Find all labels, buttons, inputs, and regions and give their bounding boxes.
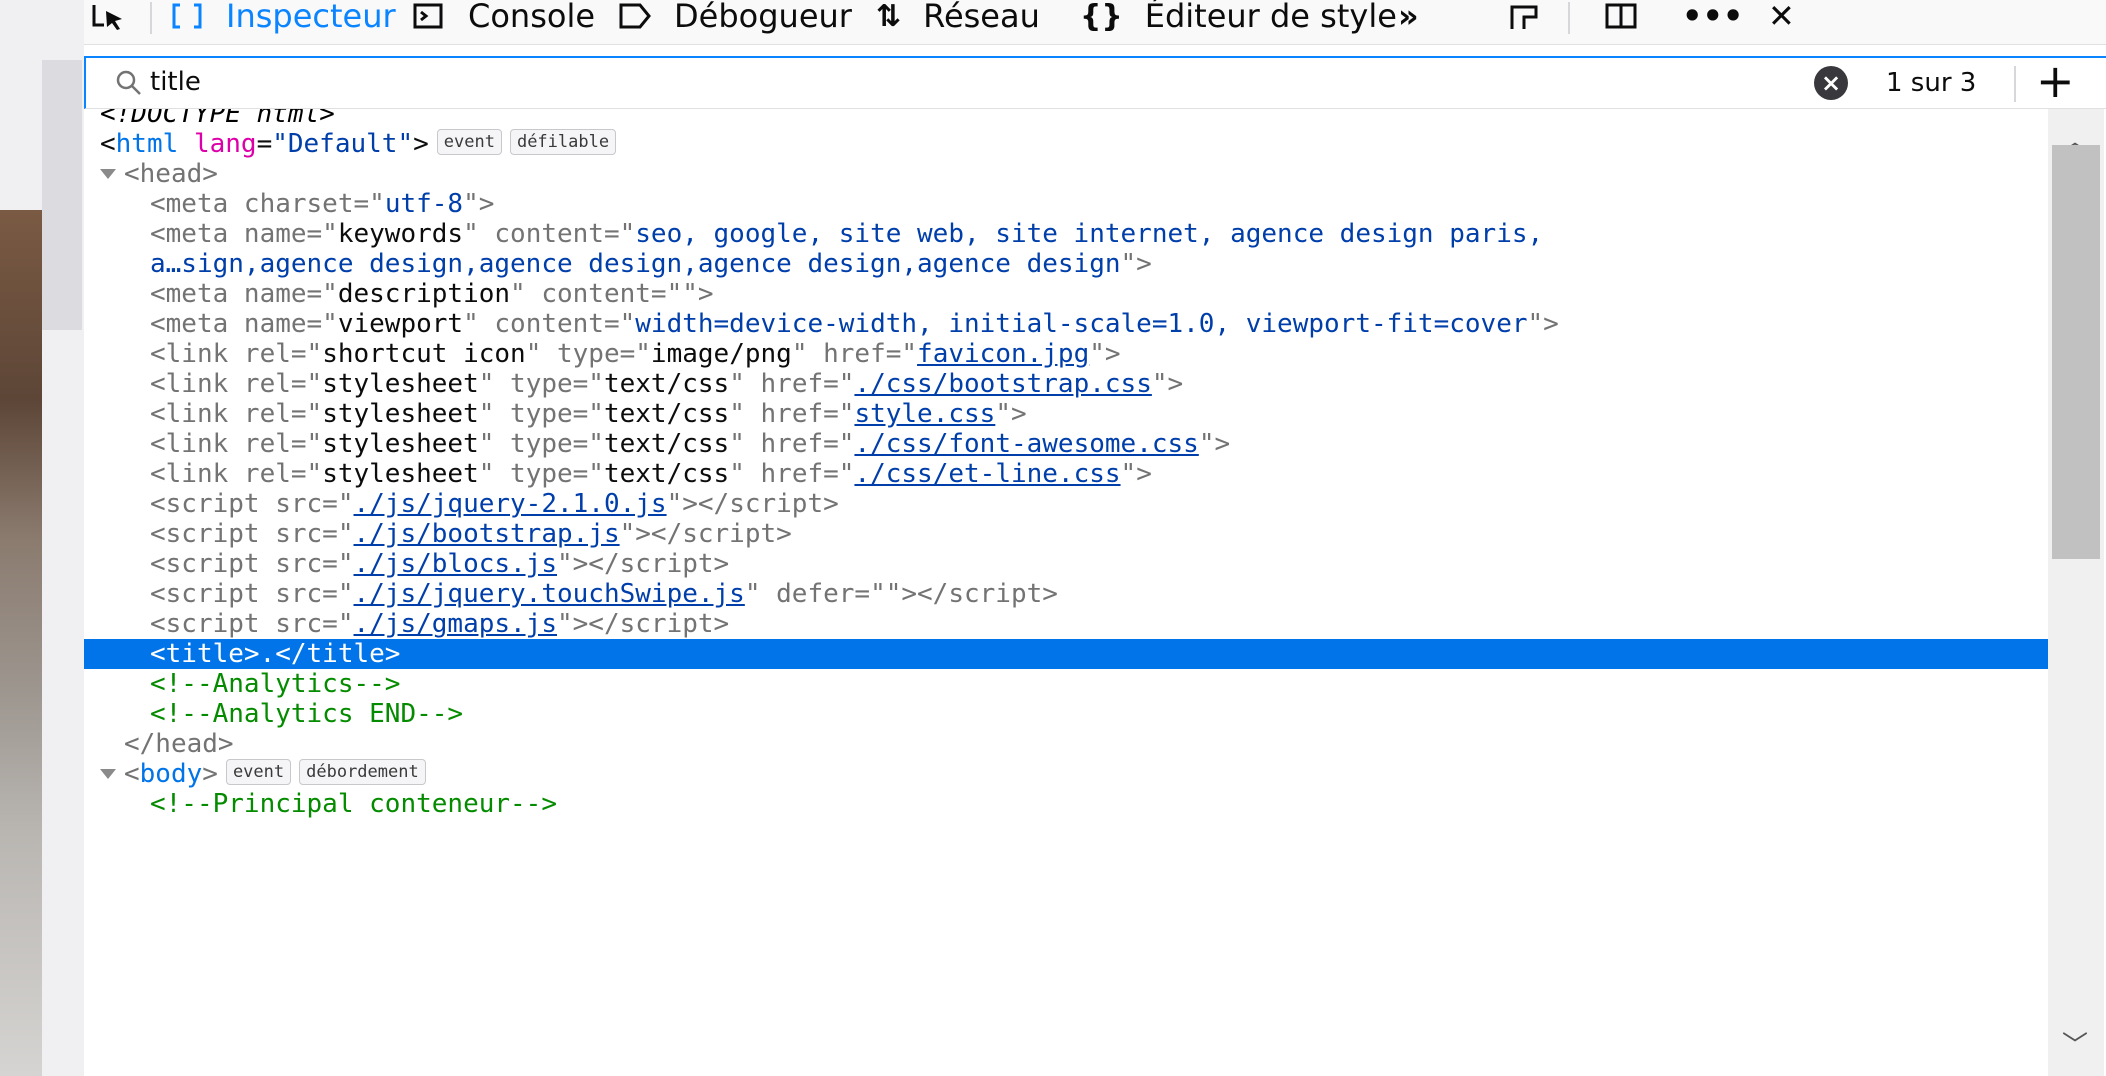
tree-line-link-css4[interactable]: <link rel="stylesheet" type="text/css" h… — [84, 459, 2048, 489]
tree-line-body[interactable]: <body> event débordement — [84, 758, 2048, 789]
close-icon: ✕ — [1768, 0, 1795, 35]
page-scrollbar-thumb[interactable] — [42, 60, 82, 330]
tree-line-script5[interactable]: <script src="./js/gmaps.js"></script> — [84, 609, 2048, 639]
tree-line-html[interactable]: <html lang="Default"> event défilable — [84, 128, 2048, 159]
tree-line-meta-description[interactable]: <meta name="description" content=""> — [84, 279, 2048, 309]
event-badge[interactable]: event — [225, 758, 292, 785]
markup-scrollbar[interactable]: ︿ ﹀ — [2048, 109, 2104, 1076]
scrollable-badge[interactable]: défilable — [509, 128, 617, 155]
container-comment: <!--Principal conteneur--> — [150, 789, 557, 819]
toolbar-separator — [150, 2, 152, 34]
jquery-script-link[interactable]: ./js/jquery-2.1.0.js — [354, 489, 667, 519]
doctype-text: <!DOCTYPE html> — [100, 109, 335, 129]
dock-icon — [1510, 5, 1538, 29]
favicon-link[interactable]: favicon.jpg — [917, 339, 1089, 369]
inspector-icon — [172, 3, 202, 29]
chevron-double-right-icon: » — [1398, 0, 1419, 35]
tree-line-script2[interactable]: <script src="./js/bootstrap.js"></script… — [84, 519, 2048, 549]
dock-button[interactable] — [1508, 0, 1542, 38]
scrollbar-thumb[interactable] — [2052, 145, 2100, 559]
tree-line-meta-viewport[interactable]: <meta name="viewport" content="width=dev… — [84, 309, 2048, 339]
tree-line-link-css3[interactable]: <link rel="stylesheet" type="text/css" h… — [84, 429, 2048, 459]
element-picker-button[interactable] — [92, 0, 126, 38]
clear-icon: × — [1820, 69, 1842, 97]
expand-twisty-icon[interactable] — [100, 769, 116, 779]
close-button[interactable]: ✕ — [1768, 0, 1795, 38]
page-backdrop — [0, 0, 84, 1076]
chevron-down-icon[interactable]: ﹀ — [2062, 1025, 2088, 1062]
tree-line-comment-analytics-end[interactable]: <!--Analytics END--> — [84, 699, 2048, 729]
analytics-comment: <!--Analytics--> — [150, 669, 401, 699]
overflow-badge[interactable]: débordement — [299, 758, 426, 785]
tree-line-link-css1[interactable]: <link rel="stylesheet" type="text/css" h… — [84, 369, 2048, 399]
search-match-count: 1 sur 3 — [1886, 68, 1977, 98]
tree-line-doctype[interactable]: <!DOCTYPE html> — [84, 109, 2048, 129]
html-lang-value: Default — [287, 129, 398, 159]
meta-charset-value: utf-8 — [384, 189, 464, 219]
tree-line-script1[interactable]: <script src="./js/jquery-2.1.0.js"></scr… — [84, 489, 2048, 519]
tree-line-script3[interactable]: <script src="./js/blocs.js"></script> — [84, 549, 2048, 579]
search-icon — [116, 70, 141, 95]
search-input[interactable] — [150, 62, 1770, 102]
tree-line-comment-analytics[interactable]: <!--Analytics--> — [84, 669, 2048, 699]
more-options-button[interactable]: ••• — [1682, 0, 1743, 38]
font-awesome-css-link[interactable]: ./css/font-awesome.css — [854, 429, 1198, 459]
markup-search-bar: × 1 sur 3 + — [84, 56, 2106, 109]
console-icon — [413, 3, 443, 29]
style-editor-icon: {} — [1080, 0, 1123, 34]
event-badge[interactable]: event — [436, 128, 502, 155]
blocs-script-link[interactable]: ./js/blocs.js — [354, 549, 558, 579]
tab-inspector[interactable]: Inspecteur — [170, 0, 396, 38]
debugger-icon — [619, 3, 651, 29]
tab-style-editor[interactable]: {} Éditeur de style — [1080, 0, 1397, 38]
meta-viewport-value: width=device-width, initial-scale=1.0, v… — [635, 309, 1528, 339]
gmaps-script-link[interactable]: ./js/gmaps.js — [354, 609, 558, 639]
tree-line-comment-container[interactable]: <!--Principal conteneur--> — [84, 789, 2048, 819]
markup-tree: <!DOCTYPE html> <html lang="Default"> eve… — [84, 109, 2048, 1076]
tree-line-head-close[interactable]: </head> — [84, 729, 2048, 759]
et-line-css-link[interactable]: ./css/et-line.css — [854, 459, 1120, 489]
analytics-end-comment: <!--Analytics END--> — [150, 699, 464, 729]
tree-line-script4[interactable]: <script src="./js/jquery.touchSwipe.js" … — [84, 579, 2048, 609]
add-node-button[interactable]: + — [2036, 56, 2075, 106]
tree-line-link-icon[interactable]: <link rel="shortcut icon" type="image/pn… — [84, 339, 2048, 369]
plus-icon: + — [2036, 54, 2075, 108]
expand-twisty-icon[interactable] — [100, 169, 116, 179]
element-picker-icon — [92, 5, 122, 30]
tab-console[interactable]: Console — [412, 0, 595, 38]
tree-line-meta-keywords[interactable]: <meta name="keywords" content="seo, goog… — [84, 219, 2048, 249]
tree-line-head[interactable]: <head> — [84, 159, 2048, 189]
tab-console-label: Console — [468, 0, 596, 35]
body-tag-name: body — [139, 759, 203, 789]
tree-line-meta-keywords-cont[interactable]: a…sign,agence design,agence design,agenc… — [84, 249, 2048, 279]
bootstrap-script-link[interactable]: ./js/bootstrap.js — [354, 519, 620, 549]
tab-style-editor-label: Éditeur de style — [1144, 0, 1397, 35]
meta-keywords-value: seo, google, site web, site internet, ag… — [635, 219, 1544, 249]
more-options-icon: ••• — [1682, 0, 1744, 35]
touchswipe-script-link[interactable]: ./js/jquery.touchSwipe.js — [354, 579, 745, 609]
more-tools-button[interactable]: » — [1398, 0, 1419, 38]
title-node: <title>.</title> — [150, 639, 401, 669]
tree-line-link-css2[interactable]: <link rel="stylesheet" type="text/css" h… — [84, 399, 2048, 429]
devtools-toolbar: Inspecteur Console Débogueur ⇅ Réseau {}… — [84, 0, 2106, 45]
head-tag-name: head — [139, 159, 203, 189]
clear-search-button[interactable]: × — [1814, 66, 1848, 100]
search-separator — [2014, 66, 2016, 102]
split-panel-icon — [1605, 3, 1637, 29]
toolbar-separator-right — [1568, 2, 1570, 34]
network-icon: ⇅ — [876, 0, 902, 34]
split-panel-button[interactable] — [1604, 0, 1638, 38]
backdrop-photo — [0, 210, 42, 1076]
tab-debugger[interactable]: Débogueur — [618, 0, 852, 38]
tree-line-meta-charset[interactable]: <meta charset="utf-8"> — [84, 189, 2048, 219]
tab-debugger-label: Débogueur — [674, 0, 852, 35]
tab-network[interactable]: ⇅ Réseau — [876, 0, 1040, 38]
style-css-link[interactable]: style.css — [854, 399, 995, 429]
bootstrap-css-link[interactable]: ./css/bootstrap.css — [854, 369, 1151, 399]
tree-line-title-selected[interactable]: <title>.</title> — [84, 639, 2048, 669]
meta-keywords-continuation: a…sign,agence design,agence design,agenc… — [150, 249, 1121, 279]
tab-network-label: Réseau — [923, 0, 1040, 35]
html-tag-name: html — [115, 129, 179, 159]
tab-inspector-label: Inspecteur — [226, 0, 396, 35]
